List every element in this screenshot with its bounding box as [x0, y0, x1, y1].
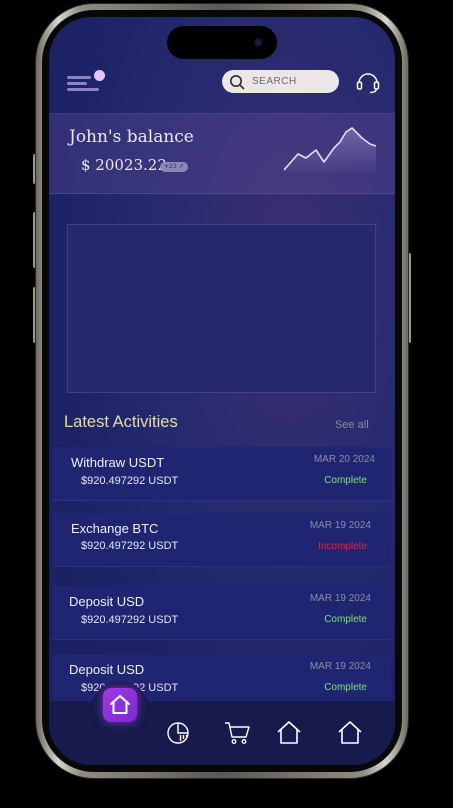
balance-sparkline: [283, 127, 377, 172]
balance-card: John's balance $ 20023.22 +23 ↗: [49, 113, 395, 194]
dynamic-island: [167, 26, 277, 59]
home-icon: [110, 695, 130, 714]
app-screen: SEARCH John's balance $ 20023.22 +23 ↗ L…: [49, 17, 395, 765]
activity-status: Incomplete: [318, 541, 367, 552]
home-icon[interactable]: [336, 718, 364, 746]
activity-status: Complete: [324, 682, 367, 693]
activity-item[interactable]: Withdraw USDT $920.497292 USDT MAR 20 20…: [52, 447, 391, 501]
activity-amount: $920.497292 USDT: [81, 540, 179, 552]
search-input[interactable]: SEARCH: [222, 70, 339, 93]
section-title: Latest Activities: [64, 413, 178, 431]
chart-icon[interactable]: [164, 718, 192, 746]
cart-icon[interactable]: [223, 718, 251, 746]
activity-date: MAR 19 2024: [309, 520, 371, 531]
activity-date: MAR 19 2024: [309, 661, 371, 672]
balance-amount: $ 20023.22: [81, 156, 167, 174]
see-all-link[interactable]: See all: [335, 419, 369, 431]
activity-amount: $920.497292 USDT: [81, 614, 179, 626]
activity-amount: $920.497292 USDT: [81, 475, 179, 487]
activity-title: Deposit USD: [69, 662, 145, 677]
home-icon[interactable]: [275, 718, 303, 746]
activity-status: Complete: [324, 614, 367, 625]
activity-item[interactable]: Exchange BTC $920.497292 USDT MAR 19 202…: [52, 513, 391, 567]
search-placeholder: SEARCH: [252, 76, 297, 87]
balance-title: John's balance: [69, 127, 194, 147]
notification-dot: [94, 70, 105, 81]
activity-item[interactable]: Deposit USD $920.497292 USDT MAR 19 2024…: [52, 586, 391, 640]
content-panel: [67, 224, 376, 393]
activity-title: Deposit USD: [69, 594, 145, 609]
activity-date: MAR 19 2024: [309, 593, 371, 604]
menu-button[interactable]: [67, 70, 107, 94]
activity-title: Withdraw USDT: [71, 455, 165, 470]
activity-title: Exchange BTC: [71, 521, 159, 536]
search-icon: [230, 74, 245, 89]
activity-status: Complete: [324, 475, 367, 486]
activity-date: MAR 20 2024: [313, 454, 375, 465]
camera-icon: [254, 38, 263, 47]
change-badge: +23 ↗: [160, 162, 188, 172]
nav-home-active-button[interactable]: [103, 688, 137, 722]
headset-icon[interactable]: [355, 69, 381, 95]
